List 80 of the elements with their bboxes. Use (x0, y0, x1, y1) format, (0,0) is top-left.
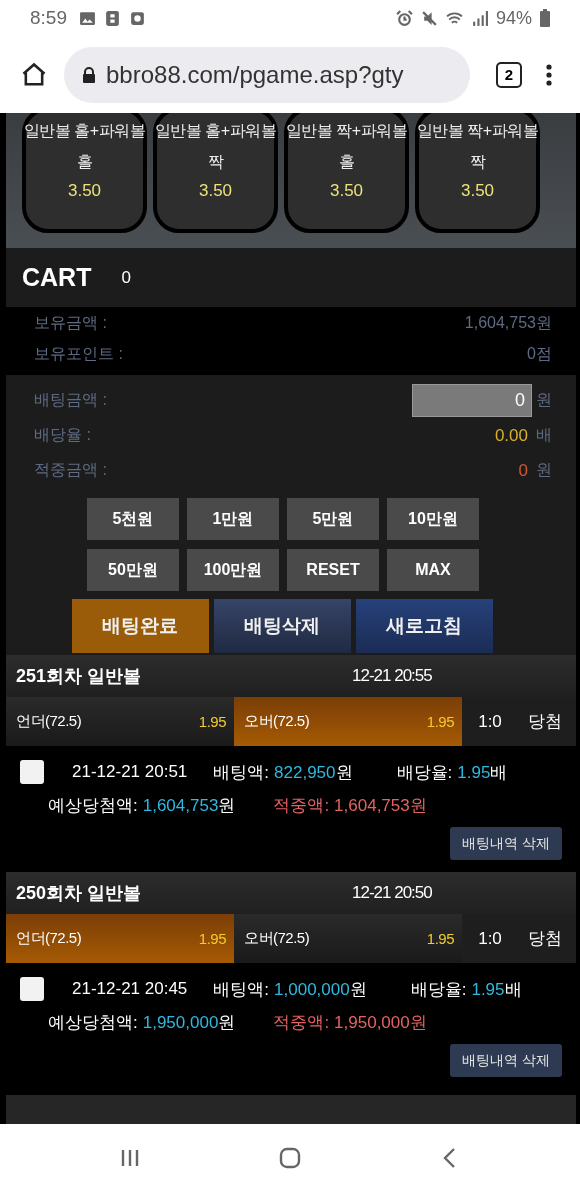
card-pick: 짝 (207, 152, 224, 172)
form-label: 적중금액 : (34, 460, 107, 481)
amount-button[interactable]: 5만원 (287, 498, 379, 541)
card-title: 일반볼 짝+파워볼 (416, 121, 539, 141)
tab-count-button[interactable]: 2 (496, 61, 522, 88)
score: 1:0 (477, 928, 503, 949)
card-title: 일반볼 홀+파워볼 (23, 121, 146, 141)
odds-card[interactable]: 일반볼 홀+파워볼 홀 3.50 (22, 113, 147, 233)
checkbox[interactable] (20, 760, 44, 785)
delete-history-button[interactable]: 배팅내역 삭제 (450, 827, 562, 861)
signal-icon (470, 9, 488, 27)
odds-card[interactable]: 일반볼 짝+파워볼 홀 3.50 (284, 113, 409, 233)
form-value: 0 (518, 460, 528, 481)
bet-option[interactable]: 언더(72.5) 1.95 (6, 697, 234, 747)
battery-icon (540, 9, 550, 27)
unit-label: 배 (536, 425, 552, 446)
bet-field: 배당율: 1.95배 (410, 977, 522, 1001)
amount-button[interactable]: 5천원 (87, 498, 179, 541)
cart-count: 0 (121, 267, 131, 288)
game-time: 12-21 20:55 (352, 666, 432, 687)
bet-field: 예상당첨액: 1,604,753원 (48, 794, 236, 818)
address-field[interactable]: bbro88.com/pgame.asp?gty (64, 46, 470, 103)
balance-value: 0점 (527, 344, 552, 365)
checkbox[interactable] (20, 977, 44, 1002)
action-button[interactable]: 새로고침 (355, 599, 493, 654)
card-odds: 3.50 (460, 181, 495, 201)
bet-datetime: 21-12-21 20:45 (72, 979, 188, 1000)
card-odds: 3.50 (198, 181, 233, 201)
bet-field: 배당율: 1.95배 (396, 760, 508, 784)
action-button[interactable]: 배팅완료 (71, 599, 209, 654)
bet-option[interactable]: 언더(72.5) 1.95 (6, 914, 234, 964)
balance-label: 보유포인트 : (34, 344, 123, 365)
game-title: 251회차 일반볼 (16, 665, 143, 689)
mute-icon (420, 9, 438, 27)
result-label: 당첨 (528, 928, 562, 951)
battery-percent: 94% (495, 7, 532, 29)
bet-field: 배팅액: 822,950원 (213, 760, 353, 784)
bet-field: 적중액: 1,604,753원 (273, 794, 427, 818)
delete-history-button[interactable]: 배팅내역 삭제 (450, 1044, 562, 1078)
alarm-icon (395, 9, 413, 27)
card-title: 일반볼 짝+파워볼 (285, 121, 408, 141)
card-pick: 홀 (338, 152, 355, 172)
balance-value: 1,604,753원 (464, 313, 552, 334)
bet-datetime: 21-12-21 20:51 (72, 762, 188, 783)
amount-button[interactable]: 50만원 (87, 549, 179, 592)
amount-button[interactable]: 100만원 (187, 549, 279, 592)
amount-button[interactable]: 10만원 (387, 498, 479, 541)
card-pick: 짝 (469, 152, 486, 172)
amount-button[interactable]: MAX (387, 549, 479, 592)
bet-option[interactable]: 오버(72.5) 1.95 (234, 697, 462, 747)
score: 1:0 (477, 711, 503, 732)
bet-amount-field[interactable]: 0 (412, 384, 532, 418)
form-label: 배당율 : (34, 425, 91, 446)
result-label: 당첨 (528, 711, 562, 734)
bet-field: 적중액: 1,950,000원 (273, 1011, 427, 1035)
game-time: 12-21 20:50 (352, 883, 432, 904)
card-pick: 홀 (76, 152, 93, 172)
odds-card[interactable]: 일반볼 짝+파워볼 짝 3.50 (415, 113, 540, 233)
card-title: 일반볼 홀+파워볼 (154, 121, 277, 141)
home-icon[interactable] (20, 60, 48, 89)
bet-field: 배팅액: 1,000,000원 (213, 977, 367, 1001)
amount-button[interactable]: 1만원 (187, 498, 279, 541)
action-button[interactable]: 배팅삭제 (213, 599, 351, 654)
game-title: 250회차 일반볼 (16, 882, 143, 906)
lock-icon (82, 66, 96, 83)
bet-option[interactable]: 오버(72.5) 1.95 (234, 914, 462, 964)
more-menu-icon[interactable] (546, 62, 552, 87)
form-value: 0.00 (494, 425, 528, 446)
balance-label: 보유금액 : (34, 313, 107, 334)
image-icon (79, 9, 96, 27)
unit-label: 원 (536, 390, 552, 411)
amount-button[interactable]: RESET (287, 549, 379, 592)
cart-title: CART (22, 263, 92, 293)
bet-field: 예상당첨액: 1,950,000원 (48, 1011, 236, 1035)
card-odds: 3.50 (67, 181, 102, 201)
status-time: 8:59 (30, 7, 67, 29)
form-label: 배팅금액 : (34, 390, 107, 411)
unit-label: 원 (536, 460, 552, 481)
odds-card[interactable]: 일반볼 홀+파워볼 짝 3.50 (153, 113, 278, 233)
card-odds: 3.50 (329, 181, 364, 201)
